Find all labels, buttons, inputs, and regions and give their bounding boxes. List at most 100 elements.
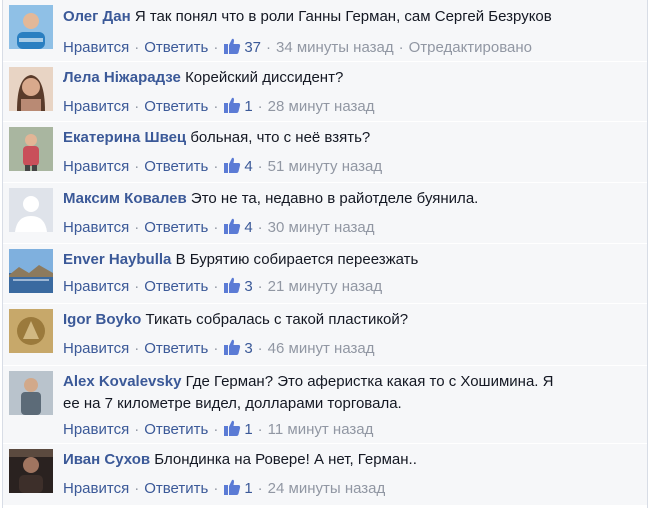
separator: ·: [257, 219, 263, 236]
thumbs-up-icon[interactable]: [223, 37, 241, 55]
separator: ·: [257, 278, 263, 295]
like-button[interactable]: Нравится: [63, 421, 129, 438]
reply-button[interactable]: Ответить: [144, 278, 208, 295]
comment-text: Я так понял что в роли Ганны Герман, сам…: [134, 8, 552, 25]
thumbs-up-icon[interactable]: [223, 217, 241, 235]
avatar[interactable]: [9, 5, 53, 49]
separator: ·: [213, 480, 219, 497]
like-button[interactable]: Нравится: [63, 480, 129, 497]
comment-actions: Нравится · Ответить · 4 · 30 минут назад: [63, 217, 643, 238]
reply-button[interactable]: Ответить: [144, 98, 208, 115]
comment-body: Максим Ковалев Это не та, недавно в райо…: [63, 188, 637, 210]
comment-author[interactable]: Максим Ковалев: [63, 190, 187, 207]
comment-time[interactable]: 46 минут назад: [268, 340, 375, 357]
separator: ·: [134, 480, 140, 497]
comment-author[interactable]: Enver Haybulla: [63, 251, 171, 268]
comment-actions: Нравится · Ответить · 1 · 24 минуты назад: [63, 478, 643, 499]
comment-text: больная, что с неё взять?: [190, 129, 371, 146]
comment-item: Олег Дан Я так понял что в роли Ганны Ге…: [3, 0, 647, 62]
reply-button[interactable]: Ответить: [144, 39, 208, 56]
reply-button[interactable]: Ответить: [144, 480, 208, 497]
comment-time[interactable]: 34 минуты назад: [276, 39, 394, 56]
comment-body: Лела Ніжарадзе Корейский диссидент?: [63, 67, 637, 89]
comment-author[interactable]: Alex Kovalevsky: [63, 373, 181, 390]
separator: ·: [398, 39, 404, 56]
avatar[interactable]: [9, 449, 53, 493]
comment-author[interactable]: Иван Сухов: [63, 451, 150, 468]
reply-button[interactable]: Ответить: [144, 421, 208, 438]
comment-time[interactable]: 24 минуты назад: [268, 480, 386, 497]
like-button[interactable]: Нравится: [63, 340, 129, 357]
separator: ·: [134, 158, 140, 175]
separator: ·: [134, 98, 140, 115]
separator: ·: [213, 421, 219, 438]
comment-actions: Нравится · Ответить · 4 · 51 минуту назад: [63, 156, 643, 177]
comment-item: Enver Haybulla В Бурятию собирается пере…: [3, 244, 647, 304]
separator: ·: [257, 421, 263, 438]
comment-body: Иван Сухов Блондинка на Ровере! А нет, Г…: [63, 449, 637, 471]
separator: ·: [213, 39, 219, 56]
comment-author[interactable]: Лела Ніжарадзе: [63, 69, 181, 86]
like-count[interactable]: 3: [244, 278, 252, 295]
like-count[interactable]: 3: [244, 340, 252, 357]
reply-button[interactable]: Ответить: [144, 158, 208, 175]
like-count[interactable]: 1: [244, 421, 252, 438]
separator: ·: [134, 39, 140, 56]
comment-item: Иван Сухов Блондинка на Ровере! А нет, Г…: [3, 444, 647, 506]
comment-author[interactable]: Екатерина Швец: [63, 129, 186, 146]
comment-body: Alex Kovalevsky Где Герман? Это аферистк…: [63, 371, 637, 415]
comment-author[interactable]: Олег Дан: [63, 8, 131, 25]
like-count[interactable]: 4: [244, 219, 252, 236]
comment-author[interactable]: Igor Boyko: [63, 311, 141, 328]
like-button[interactable]: Нравится: [63, 158, 129, 175]
like-button[interactable]: Нравится: [63, 98, 129, 115]
separator: ·: [134, 219, 140, 236]
comment-text: ее на 7 километре видел, долларами торго…: [63, 395, 402, 412]
edited-label[interactable]: Отредактировано: [409, 39, 532, 56]
thumbs-up-icon[interactable]: [223, 478, 241, 496]
separator: ·: [134, 340, 140, 357]
avatar[interactable]: [9, 127, 53, 171]
like-count[interactable]: 1: [244, 98, 252, 115]
separator: ·: [266, 39, 272, 56]
separator: ·: [213, 158, 219, 175]
thumbs-up-icon[interactable]: [223, 338, 241, 356]
avatar[interactable]: [9, 309, 53, 353]
reply-button[interactable]: Ответить: [144, 340, 208, 357]
avatar[interactable]: [9, 249, 53, 293]
thumbs-up-icon[interactable]: [223, 419, 241, 437]
separator: ·: [257, 158, 263, 175]
comment-text: Тикать собралась с такой пластикой?: [145, 311, 409, 328]
reply-button[interactable]: Ответить: [144, 219, 208, 236]
like-button[interactable]: Нравится: [63, 39, 129, 56]
comment-text: Корейский диссидент?: [185, 69, 344, 86]
thumbs-up-icon[interactable]: [223, 276, 241, 294]
avatar[interactable]: [9, 188, 53, 232]
like-count[interactable]: 1: [244, 480, 252, 497]
comment-actions: Нравится · Ответить · 3 · 21 минуту назад: [63, 276, 643, 297]
like-button[interactable]: Нравится: [63, 219, 129, 236]
comment-time[interactable]: 30 минут назад: [268, 219, 375, 236]
comment-item: Екатерина Швец больная, что с неё взять?…: [3, 122, 647, 183]
comment-item: Максим Ковалев Это не та, недавно в райо…: [3, 183, 647, 244]
avatar[interactable]: [9, 67, 53, 111]
thumbs-up-icon[interactable]: [223, 156, 241, 174]
separator: ·: [213, 278, 219, 295]
comment-item: Alex Kovalevsky Где Герман? Это аферистк…: [3, 366, 647, 444]
comment-time[interactable]: 21 минуту назад: [268, 278, 382, 295]
comment-time[interactable]: 28 минут назад: [268, 98, 375, 115]
comment-body: Екатерина Швец больная, что с неё взять?: [63, 127, 637, 149]
like-count[interactable]: 4: [244, 158, 252, 175]
comment-text: Где Герман? Это аферистка какая то с Хош…: [185, 373, 554, 390]
like-button[interactable]: Нравится: [63, 278, 129, 295]
like-count[interactable]: 37: [244, 39, 261, 56]
comment-actions: Нравится · Ответить · 3 · 46 минут назад: [63, 338, 643, 359]
comment-actions: Нравится · Ответить · 1 · 28 минут назад: [63, 96, 643, 117]
comment-time[interactable]: 51 минуту назад: [268, 158, 382, 175]
thumbs-up-icon[interactable]: [223, 96, 241, 114]
comment-time[interactable]: 11 минут назад: [268, 421, 374, 438]
separator: ·: [213, 340, 219, 357]
avatar[interactable]: [9, 371, 53, 415]
separator: ·: [134, 278, 140, 295]
comment-list: Олег Дан Я так понял что в роли Ганны Ге…: [2, 0, 648, 508]
